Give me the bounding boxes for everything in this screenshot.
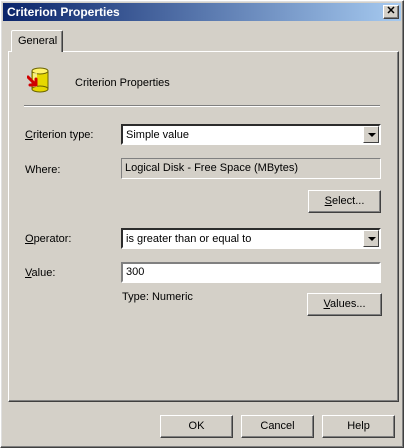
separator — [24, 105, 380, 107]
operator-label: Operator: — [25, 233, 72, 245]
value-label: Value: — [25, 267, 56, 279]
where-field: Logical Disk - Free Space (MBytes) — [121, 158, 381, 179]
window-title: Criterion Properties — [7, 5, 120, 19]
cancel-button[interactable]: Cancel — [241, 415, 314, 438]
title-bar[interactable]: Criterion Properties ✕ — [3, 3, 401, 21]
operator-select[interactable]: is greater than or equal to — [121, 228, 381, 249]
criterion-type-label: Criterion type: — [25, 129, 94, 141]
ok-button[interactable]: OK — [160, 415, 233, 438]
tab-general-label: General — [18, 35, 58, 47]
database-cylinder-icon — [27, 67, 49, 93]
where-label: Where: — [25, 164, 61, 176]
values-button[interactable]: Values... — [307, 293, 382, 316]
operator-value: is greater than or equal to — [126, 233, 252, 245]
criterion-type-value: Simple value — [126, 129, 189, 141]
chevron-down-icon[interactable] — [363, 230, 379, 247]
close-icon: ✕ — [386, 5, 396, 17]
value-input[interactable]: 300 — [121, 262, 381, 283]
tab-general[interactable]: General — [11, 30, 63, 52]
chevron-down-icon[interactable] — [363, 126, 379, 143]
criterion-type-select[interactable]: Simple value — [121, 124, 381, 145]
criterion-properties-dialog: Criterion Properties ✕ General Criterion… — [0, 0, 404, 448]
where-value: Logical Disk - Free Space (MBytes) — [125, 162, 298, 174]
select-button[interactable]: Select... — [308, 190, 381, 213]
close-button[interactable]: ✕ — [383, 5, 399, 19]
value-type-text: Type: Numeric — [122, 291, 193, 303]
value-input-text: 300 — [126, 266, 145, 278]
tab-panel — [8, 51, 399, 402]
header-title: Criterion Properties — [75, 77, 170, 89]
help-button[interactable]: Help — [322, 415, 395, 438]
